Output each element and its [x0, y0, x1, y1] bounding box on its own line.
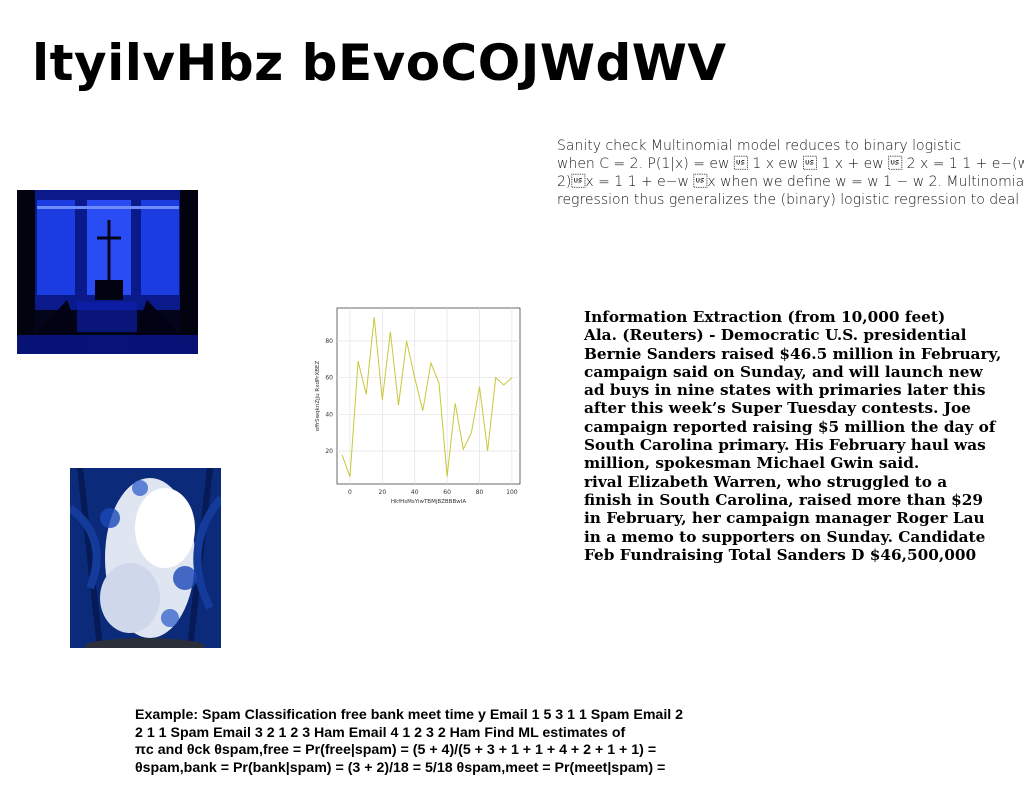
text-line: Bernie Sanders raised $46.5 million in F…	[584, 344, 1002, 363]
text-line: in a memo to supporters on Sunday. Candi…	[584, 527, 986, 546]
text-line: in February, her campaign manager Roger …	[584, 509, 985, 528]
text-line: Sanity check Multinomial model reduces t…	[557, 138, 962, 154]
y-tick-label: 80	[325, 338, 333, 345]
text-line: Feb Fundraising Total Sanders D $46,500,…	[584, 545, 977, 564]
text-line: million, spokesman Michael Gwin said.	[584, 454, 920, 473]
tree-photo	[70, 468, 221, 648]
text-line: Example: Spam Classification free bank m…	[135, 707, 684, 723]
text-line: πc and θck θspam,free = Pr(free|spam) = …	[135, 742, 657, 758]
plot-area	[336, 307, 521, 485]
text-block-information-extraction: Information Extraction (from 10,000 feet…	[584, 308, 1014, 564]
x-tick-label: 40	[411, 489, 419, 496]
x-tick-label: 0	[348, 489, 352, 496]
y-tick-label: 40	[325, 411, 333, 418]
chapel-photo	[17, 190, 198, 354]
text-line: rival Elizabeth Warren, who struggled to…	[584, 472, 948, 491]
text-line: Ala. (Reuters) - Democratic U.S. preside…	[584, 326, 967, 345]
text-line: South Carolina primary. His February hau…	[584, 436, 986, 455]
x-tick-label: 60	[443, 489, 451, 496]
line-chart-svg: 0 20 40 60 80 100 20 40 60 80 HkfHsMsYiwTBMjBZBBBw…	[315, 307, 521, 505]
x-tick-label: 20	[379, 489, 387, 496]
text-line: campaign said on Sunday, and will launch…	[584, 362, 983, 381]
y-tick-label: 20	[325, 448, 333, 455]
text-block-spam-example: Example: Spam Classification free bank m…	[135, 707, 795, 777]
text-line: θspam,bank = Pr(bank|spam) = (3 + 2)/18 …	[135, 759, 666, 776]
text-block-logistic: Sanity check Multinomial model reduces t…	[557, 137, 1024, 209]
text-line: campaign reported raising $5 million the…	[584, 417, 996, 436]
text-line: 2 1 1 Spam Email 3 2 1 2 3 Ham Email 4 1…	[135, 724, 626, 741]
page-title: ltyilvHbz bEvoCOJWdWV	[32, 34, 727, 92]
x-tick-label: 80	[476, 489, 484, 496]
text-line: ad buys in nine states with primaries la…	[584, 381, 986, 400]
text-line: finish in South Carolina, raised more th…	[584, 490, 984, 509]
x-tick-label: 100	[506, 489, 518, 496]
text-line: when C = 2. P(1|x) = ew 1 x ew 1 x + ew …	[557, 156, 1024, 172]
y-axis-label: offrSwqknZjju RxdPrXBEZ	[315, 361, 321, 432]
y-tick-label: 60	[325, 375, 333, 382]
text-line: Information Extraction (from 10,000 feet…	[584, 308, 946, 326]
text-line: 2) x = 1 1 + e−w x when we define w = w …	[557, 174, 1024, 190]
text-line: after this week’s Super Tuesday contests…	[584, 399, 971, 418]
text-line: regression thus generalizes the (binary)…	[557, 192, 1020, 208]
x-axis-label: HkfHsMsYiwTBMjBZBBBwIA	[391, 499, 466, 505]
line-chart: 0 20 40 60 80 100 20 40 60 80 HkfHsMsYiwTBMjBZBBBw…	[305, 300, 525, 510]
